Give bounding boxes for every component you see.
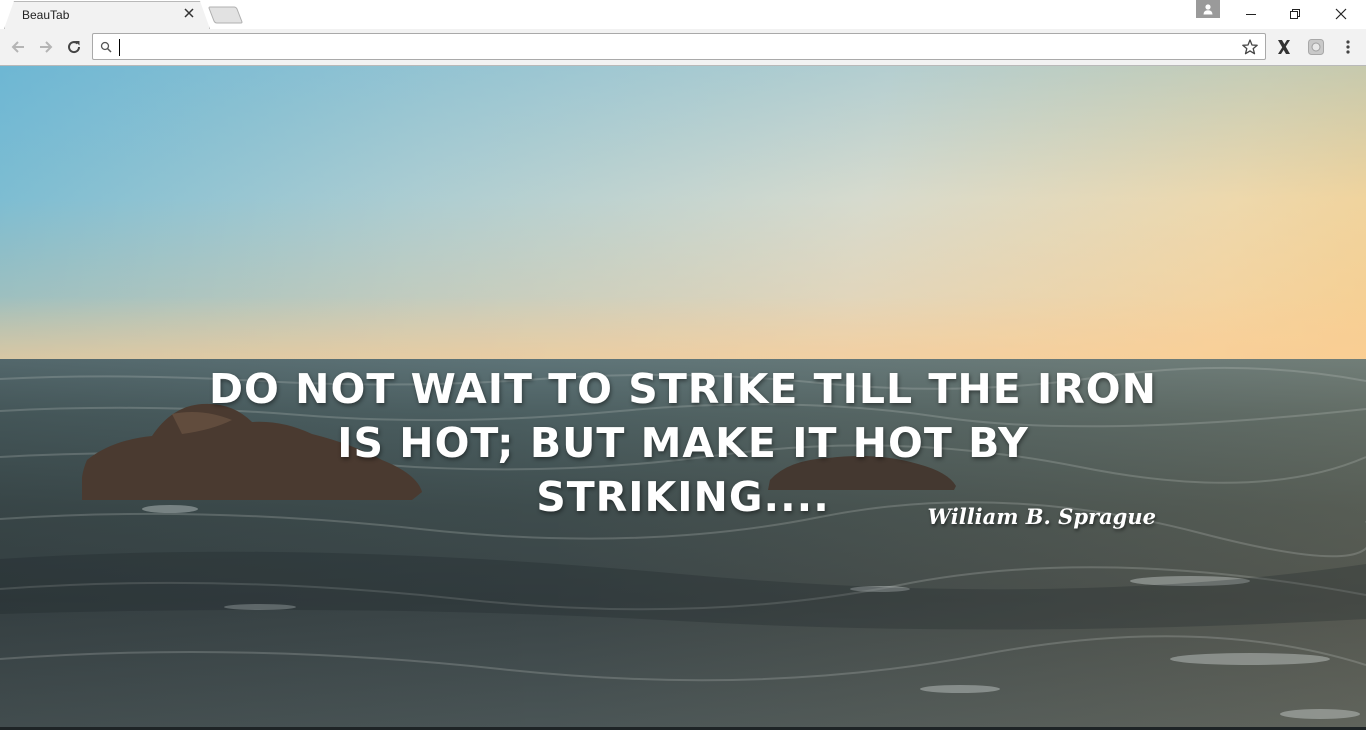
tab-strip: BeauTab — [0, 0, 1366, 29]
reload-button[interactable] — [62, 35, 86, 59]
person-icon — [1203, 4, 1213, 15]
restore-icon — [1290, 9, 1300, 19]
x-extension-icon — [1278, 40, 1290, 54]
arrow-left-icon — [11, 41, 24, 53]
extension-icon — [1308, 39, 1324, 55]
quote-text: Do not wait to strike till the iron is h… — [209, 365, 1157, 521]
text-caret — [119, 39, 120, 56]
forward-button[interactable] — [34, 35, 58, 59]
close-icon — [184, 8, 194, 18]
minimize-icon — [1246, 14, 1256, 15]
tab-title: BeauTab — [22, 8, 70, 22]
quote-author: William B. Sprague — [927, 504, 1156, 529]
tab-close-button[interactable] — [182, 6, 196, 20]
extension-button[interactable] — [1305, 36, 1327, 58]
new-tab-button[interactable] — [207, 6, 244, 24]
address-bar[interactable] — [92, 33, 1266, 60]
back-button[interactable] — [6, 35, 30, 59]
star-icon[interactable] — [1241, 38, 1259, 56]
close-icon — [1335, 8, 1347, 20]
minimize-button[interactable] — [1228, 0, 1274, 28]
kebab-menu-icon — [1346, 40, 1350, 54]
profile-button[interactable] — [1196, 0, 1220, 18]
x-extension-button[interactable] — [1273, 36, 1295, 58]
toolbar — [0, 29, 1366, 66]
close-window-button[interactable] — [1318, 0, 1364, 28]
horizon-haze — [0, 296, 1366, 366]
address-input[interactable] — [117, 37, 1237, 56]
search-icon — [100, 41, 112, 53]
reload-icon — [68, 41, 81, 54]
menu-button[interactable] — [1337, 36, 1359, 58]
restore-button[interactable] — [1272, 0, 1318, 28]
arrow-right-icon — [40, 41, 53, 53]
new-tab-page: Do not wait to strike till the iron is h… — [0, 66, 1366, 730]
